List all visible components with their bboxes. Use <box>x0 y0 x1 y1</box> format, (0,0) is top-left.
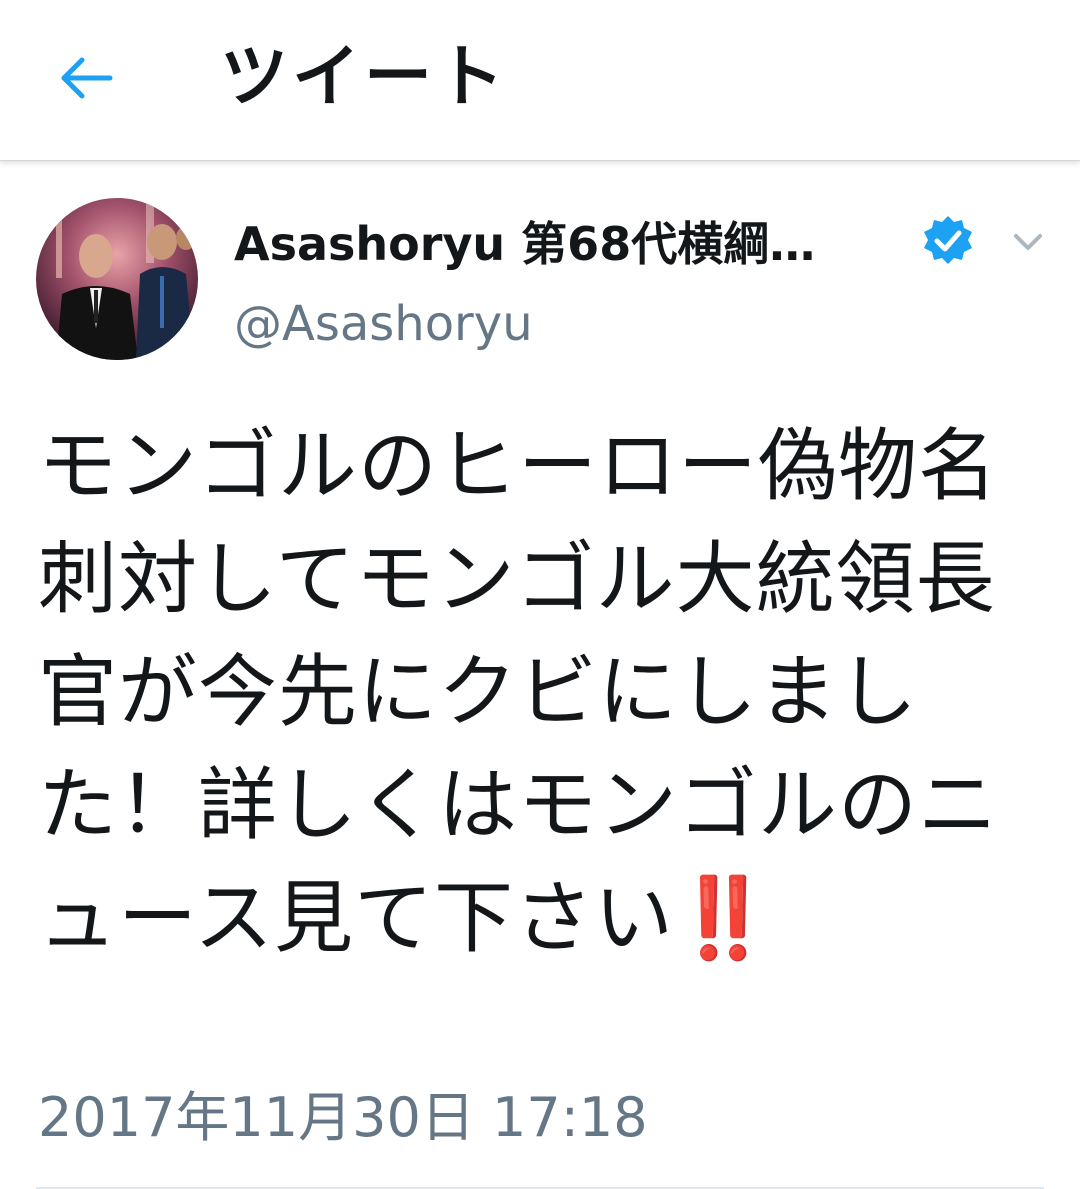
tweet-text: モンゴルのヒーロー偽物名刺対してモンゴル大統領長官が今先にクビにしました！詳しく… <box>38 410 1038 975</box>
tweet-menu-button[interactable] <box>1000 216 1056 268</box>
double-exclamation-emoji: ‼️ <box>674 872 774 964</box>
display-name[interactable]: Asashoryu 第68代横綱… <box>234 208 815 280</box>
verified-badge-icon <box>924 216 972 264</box>
back-button[interactable] <box>50 46 122 110</box>
user-handle[interactable]: @Asashoryu <box>234 290 533 358</box>
page-title: ツイート <box>220 38 509 117</box>
profile-photo <box>36 198 198 360</box>
top-app-bar: ツイート <box>0 0 1080 161</box>
arrow-left-icon <box>61 57 113 99</box>
tweet-timestamp: 2017年11月30日 17:18 <box>38 1086 648 1149</box>
tweet-body: モンゴルのヒーロー偽物名刺対してモンゴル大統領長官が今先にクビにしました！詳しく… <box>38 420 998 964</box>
avatar[interactable] <box>36 198 198 360</box>
chevron-down-icon <box>1014 234 1042 250</box>
